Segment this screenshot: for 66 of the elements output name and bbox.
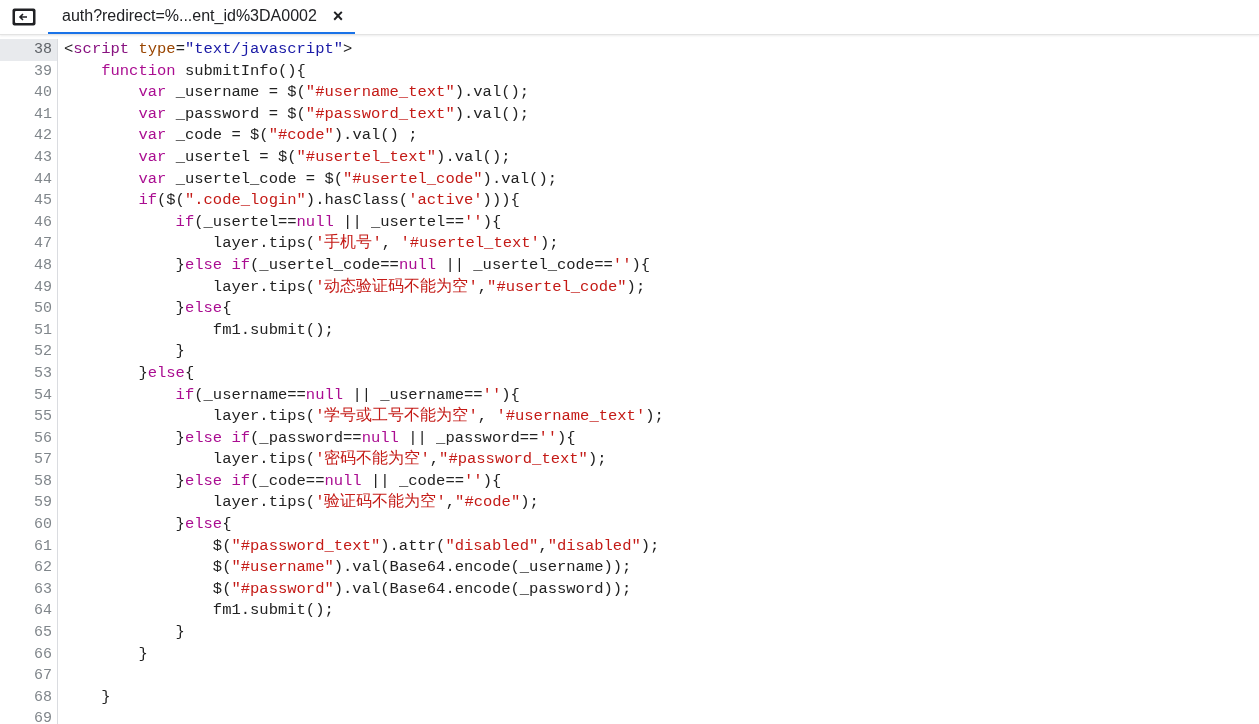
code-line: }else{ bbox=[174, 299, 232, 318]
line-number: 66 bbox=[0, 643, 58, 666]
code-line: layer.tips('学号或工号不能为空', '#username_text'); bbox=[211, 407, 664, 426]
code-line: var _password = $("#password_text").val(); bbox=[137, 104, 530, 123]
sidebar-toggle-icon bbox=[12, 8, 36, 26]
line-number: 58 bbox=[0, 470, 58, 493]
code-line: if(_username==null || _username==''){ bbox=[174, 385, 520, 404]
line-number: 65 bbox=[0, 622, 58, 644]
line-number: 49 bbox=[0, 276, 58, 299]
line-number: 43 bbox=[0, 146, 58, 169]
code-line: $("#username").val(Base64.encode(_username)); bbox=[211, 558, 632, 577]
line-number: 39 bbox=[0, 60, 58, 83]
code-line: var _usertel_code = $("#usertel_code").val(); bbox=[137, 169, 557, 188]
line-number: 51 bbox=[0, 319, 58, 342]
code-line: }else{ bbox=[174, 515, 232, 534]
code-line: function submitInfo(){ bbox=[100, 61, 306, 80]
line-number: 42 bbox=[0, 125, 58, 147]
line-number: 46 bbox=[0, 211, 58, 234]
line-number: 44 bbox=[0, 168, 58, 191]
line-number: 38 bbox=[0, 39, 58, 61]
line-number: 67 bbox=[0, 665, 58, 687]
line-number: 53 bbox=[0, 362, 58, 385]
code-line: if($(".code_login").hasClass('active'))){ bbox=[137, 191, 520, 210]
line-number: 57 bbox=[0, 449, 58, 471]
line-number: 45 bbox=[0, 190, 58, 212]
code-line: $("#password_text").attr("disabled","disabled"); bbox=[211, 536, 660, 555]
line-number: 56 bbox=[0, 427, 58, 450]
code-line: $("#password").val(Base64.encode(_password)); bbox=[211, 579, 632, 598]
code-line: var _usertel = $("#usertel_text").val(); bbox=[137, 147, 511, 166]
code-line: if(_usertel==null || _usertel==''){ bbox=[174, 212, 502, 231]
line-number: 69 bbox=[0, 708, 58, 724]
code-line: layer.tips('动态验证码不能为空',"#usertel_code"); bbox=[211, 277, 646, 296]
line-number: 64 bbox=[0, 600, 58, 623]
code-line: } bbox=[100, 687, 111, 706]
line-number: 50 bbox=[0, 298, 58, 320]
line-number: 55 bbox=[0, 406, 58, 428]
code-line: <script type="text/javascript"> bbox=[64, 40, 353, 58]
line-number: 60 bbox=[0, 514, 58, 536]
code-line: }else if(_code==null || _code==''){ bbox=[174, 471, 502, 490]
code-line: }else if(_usertel_code==null || _usertel_code==''){ bbox=[174, 255, 651, 274]
code-line: layer.tips('验证码不能为空',"#code"); bbox=[211, 493, 539, 512]
tab-label: auth?redirect=%...ent_id%3DA0002 bbox=[62, 7, 317, 25]
code-line: } bbox=[174, 342, 185, 361]
code-line: fm1.submit(); bbox=[211, 601, 334, 620]
code-line: layer.tips('手机号', '#usertel_text'); bbox=[211, 234, 559, 253]
line-number: 61 bbox=[0, 535, 58, 558]
code-line: var _code = $("#code").val() ; bbox=[137, 126, 418, 145]
line-number: 48 bbox=[0, 254, 58, 277]
line-number: 41 bbox=[0, 103, 58, 126]
line-number: 54 bbox=[0, 384, 58, 407]
code-line: } bbox=[174, 623, 185, 642]
line-number: 68 bbox=[0, 686, 58, 709]
line-number: 63 bbox=[0, 578, 58, 601]
file-tab[interactable]: auth?redirect=%...ent_id%3DA0002 × bbox=[48, 0, 356, 34]
line-number: 40 bbox=[0, 82, 58, 104]
line-number: 52 bbox=[0, 341, 58, 363]
line-number: 62 bbox=[0, 557, 58, 579]
code-line: layer.tips('密码不能为空',"#password_text"); bbox=[211, 450, 607, 469]
code-line: var _username = $("#username_text").val(); bbox=[137, 83, 530, 102]
code-line: } bbox=[137, 644, 148, 663]
line-number: 47 bbox=[0, 233, 58, 255]
close-icon[interactable]: × bbox=[332, 5, 344, 27]
code-line: }else{ bbox=[137, 363, 195, 382]
code-line: fm1.submit(); bbox=[211, 320, 334, 339]
code-line: }else if(_password==null || _password==''){ bbox=[174, 428, 576, 447]
line-number: 59 bbox=[0, 492, 58, 515]
